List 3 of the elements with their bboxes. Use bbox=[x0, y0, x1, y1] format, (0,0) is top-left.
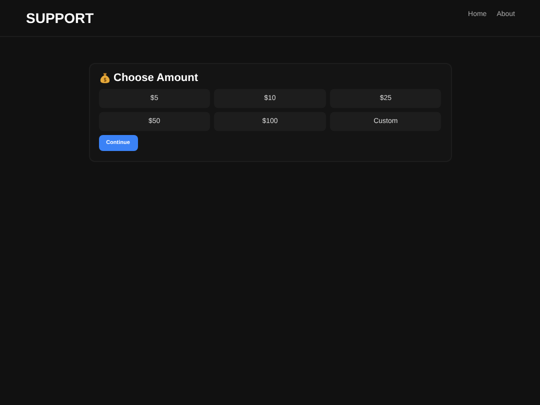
money-bag-icon bbox=[98, 72, 110, 84]
site-logo: SUPPORT bbox=[26, 10, 94, 26]
card-title: Choose Amount bbox=[114, 72, 198, 84]
